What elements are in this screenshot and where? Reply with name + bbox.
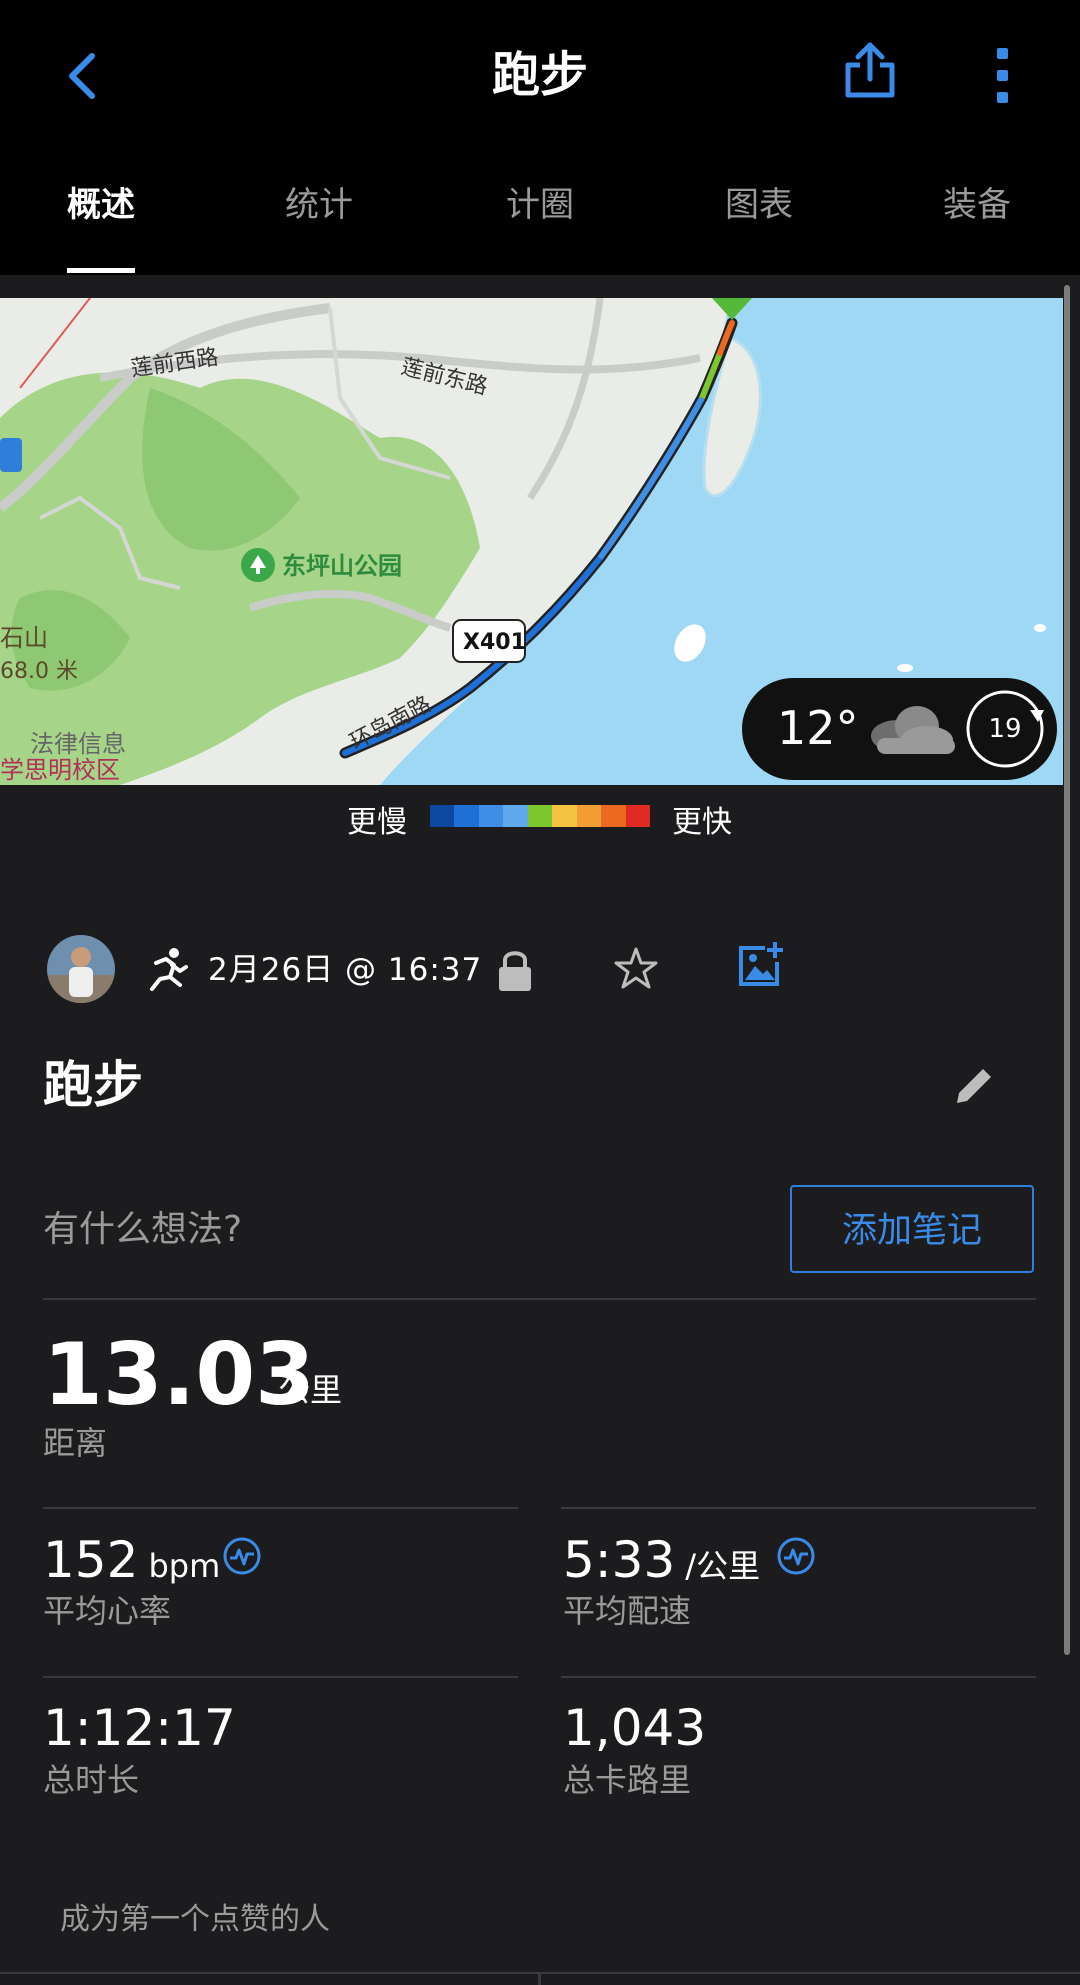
- likes-text[interactable]: 成为第一个点赞的人: [60, 1895, 330, 1945]
- heart-rate-value: 152: [43, 1531, 139, 1589]
- distance-unit: 公里: [278, 1371, 343, 1409]
- share-icon: [845, 42, 895, 98]
- add-note-button[interactable]: 添加笔记: [790, 1185, 1034, 1273]
- share-button[interactable]: [840, 35, 900, 105]
- calories-value: 1,043: [563, 1699, 707, 1757]
- lock-icon: [499, 951, 531, 991]
- activity-title: 跑步: [43, 1056, 143, 1114]
- pencil-icon: [957, 1069, 991, 1103]
- activity-meta: 2月26日 @ 16:37: [0, 935, 1080, 1035]
- heart-rate-label: 平均心率: [43, 1592, 172, 1630]
- map-label-peak-height: 68.0 米: [0, 659, 78, 684]
- star-icon: [614, 947, 658, 989]
- tab-stats[interactable]: 统计: [285, 170, 353, 240]
- divider: [561, 1676, 1036, 1678]
- map-label-route-badge: X401: [463, 630, 526, 655]
- privacy-button[interactable]: [496, 947, 534, 995]
- page-title: 跑步: [491, 47, 588, 103]
- map-label-poi2: 学思明校区: [0, 756, 120, 784]
- heart-rate-sensor-icon: [223, 1537, 261, 1575]
- map-label-poi1: 法律信息: [30, 730, 126, 758]
- tab-charts[interactable]: 图表: [725, 170, 793, 240]
- divider: [538, 1972, 541, 1985]
- legend-color-bar: [430, 805, 650, 827]
- tab-bar: 概述 统计 计圈 图表 装备: [0, 170, 1080, 240]
- calories-label: 总卡路里: [563, 1761, 692, 1799]
- pace-value: 5:33: [563, 1531, 676, 1589]
- map-label-park: 东坪山公园: [282, 552, 402, 580]
- tab-overview[interactable]: 概述: [67, 170, 135, 240]
- pace-label: 平均配速: [563, 1592, 692, 1630]
- divider: [43, 1507, 518, 1509]
- duration-label: 总时长: [43, 1761, 140, 1799]
- notes-prompt[interactable]: 有什么想法?: [43, 1200, 242, 1260]
- weather-badge: 12° 19: [742, 678, 1057, 780]
- active-tab-indicator: [67, 268, 135, 273]
- more-options-button[interactable]: [985, 40, 1021, 110]
- divider: [561, 1507, 1036, 1509]
- activity-datetime: 2月26日 @ 16:37: [208, 952, 483, 988]
- cloud-icon: [871, 706, 955, 754]
- distance-value: 13.03: [43, 1325, 316, 1425]
- avatar[interactable]: [47, 935, 115, 1003]
- wind-value: 19: [988, 714, 1022, 744]
- weather-temperature: 12°: [777, 701, 859, 755]
- more-vertical-icon: [997, 48, 1008, 103]
- legend-faster: 更快: [672, 805, 732, 840]
- legend-slower: 更慢: [347, 805, 407, 840]
- tab-laps[interactable]: 计圈: [506, 170, 574, 240]
- running-icon: [150, 948, 188, 991]
- tab-gear[interactable]: 装备: [943, 170, 1011, 240]
- heart-rate-unit: bpm: [148, 1547, 221, 1585]
- divider: [43, 1676, 518, 1678]
- duration-value: 1:12:17: [43, 1699, 236, 1757]
- divider: [43, 1298, 1036, 1300]
- pace-legend: 更慢 更快: [0, 795, 1080, 840]
- map-label-peak: 石山: [0, 624, 48, 652]
- favorite-button[interactable]: [612, 945, 660, 993]
- edit-title-button[interactable]: [953, 1065, 995, 1107]
- distance-label: 距离: [43, 1424, 108, 1462]
- pace-sensor-icon: [777, 1537, 815, 1575]
- add-photo-button[interactable]: [735, 940, 785, 990]
- pace-unit: /公里: [685, 1547, 761, 1585]
- add-photo-icon: [739, 942, 783, 986]
